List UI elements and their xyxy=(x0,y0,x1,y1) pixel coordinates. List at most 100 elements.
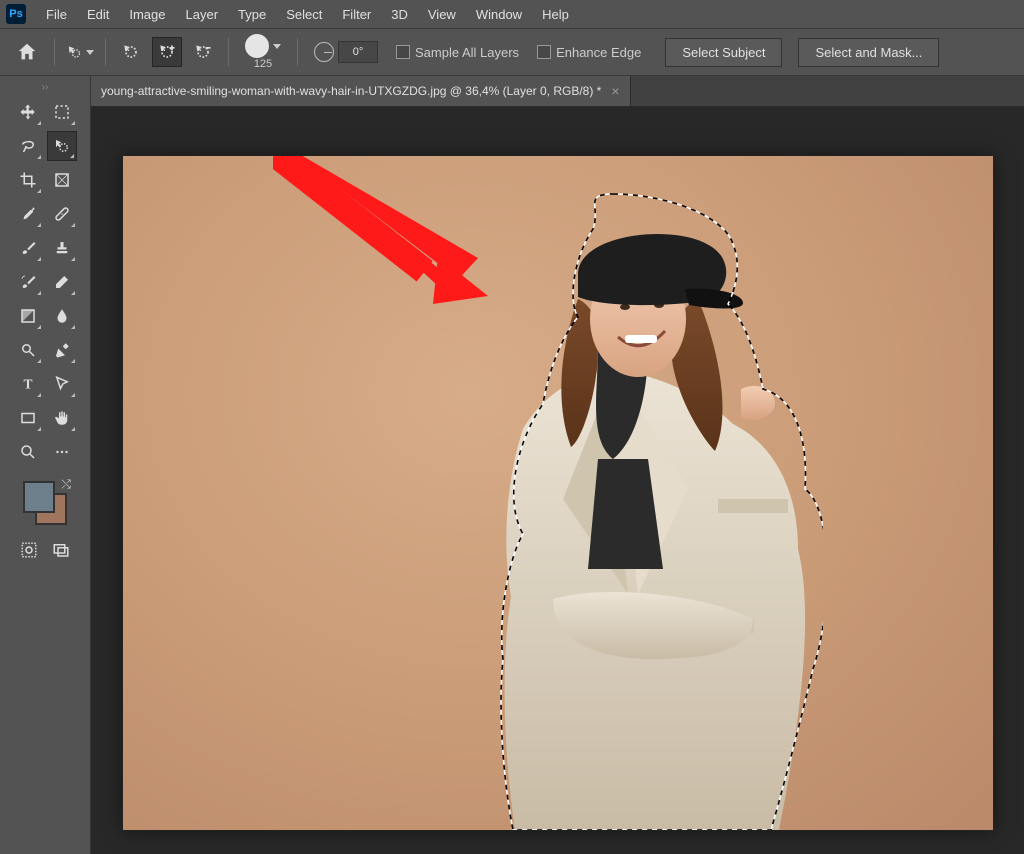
hand-tool[interactable] xyxy=(47,403,77,433)
move-tool[interactable] xyxy=(13,97,43,127)
brush-preset-picker[interactable]: 125 xyxy=(245,34,281,70)
quick-mask-icon xyxy=(20,541,38,559)
gradient-tool[interactable] xyxy=(13,301,43,331)
foreground-color-swatch[interactable] xyxy=(23,481,55,513)
angle-dial-icon xyxy=(314,42,334,62)
tools-panel: ›› T ⤭ xyxy=(0,76,91,854)
menu-file[interactable]: File xyxy=(36,3,77,26)
color-swatches[interactable]: ⤭ xyxy=(23,481,67,525)
brush-angle-control[interactable] xyxy=(314,41,378,63)
crop-icon xyxy=(19,171,37,189)
blur-tool[interactable] xyxy=(47,301,77,331)
new-selection-icon xyxy=(121,42,141,62)
add-to-selection-button[interactable] xyxy=(152,37,182,67)
brush-icon xyxy=(19,239,37,257)
brush-tool[interactable] xyxy=(13,233,43,263)
marquee-icon xyxy=(53,103,71,121)
menu-help[interactable]: Help xyxy=(532,3,579,26)
divider xyxy=(54,38,55,66)
angle-input[interactable] xyxy=(338,41,378,63)
history-brush-icon xyxy=(19,273,37,291)
menu-edit[interactable]: Edit xyxy=(77,3,119,26)
divider xyxy=(105,38,106,66)
enhance-edge-checkbox[interactable]: Enhance Edge xyxy=(537,45,641,60)
dodge-tool[interactable] xyxy=(13,335,43,365)
healing-brush-tool[interactable] xyxy=(47,199,77,229)
annotation-arrow xyxy=(273,156,493,306)
eyedropper-icon xyxy=(19,205,37,223)
edit-toolbar-button[interactable] xyxy=(47,437,77,467)
canvas[interactable] xyxy=(123,156,993,830)
menu-view[interactable]: View xyxy=(418,3,466,26)
quick-selection-tool[interactable] xyxy=(47,131,77,161)
stamp-icon xyxy=(53,239,71,257)
menu-window[interactable]: Window xyxy=(466,3,532,26)
subtract-from-selection-button[interactable] xyxy=(188,37,218,67)
pen-icon xyxy=(53,341,71,359)
swap-colors-icon[interactable]: ⤭ xyxy=(61,477,71,492)
type-icon: T xyxy=(19,375,37,393)
hand-icon xyxy=(53,409,71,427)
tools-collapse-handle[interactable]: ›› xyxy=(42,82,49,93)
document-tab-title: young-attractive-smiling-woman-with-wavy… xyxy=(101,84,601,98)
gradient-icon xyxy=(19,307,37,325)
sample-all-layers-checkbox[interactable]: Sample All Layers xyxy=(396,45,519,60)
pen-tool[interactable] xyxy=(47,335,77,365)
eyedropper-tool[interactable] xyxy=(13,199,43,229)
menu-image[interactable]: Image xyxy=(119,3,175,26)
document-tab-bar: young-attractive-smiling-woman-with-wavy… xyxy=(91,76,1024,107)
document-area: young-attractive-smiling-woman-with-wavy… xyxy=(91,76,1024,854)
sample-all-layers-label: Sample All Layers xyxy=(415,45,519,60)
select-subject-button[interactable]: Select Subject xyxy=(665,38,782,67)
options-bar: 125 Sample All Layers Enhance Edge Selec… xyxy=(0,28,1024,76)
screen-mode-button[interactable] xyxy=(50,539,72,561)
quick-select-icon xyxy=(66,42,83,62)
menu-select[interactable]: Select xyxy=(276,3,332,26)
close-tab-button[interactable]: × xyxy=(611,83,619,99)
workspace: ›› T ⤭ xyxy=(0,76,1024,854)
menu-layer[interactable]: Layer xyxy=(176,3,229,26)
move-icon xyxy=(19,103,37,121)
divider xyxy=(228,38,229,66)
menu-filter[interactable]: Filter xyxy=(332,3,381,26)
zoom-icon xyxy=(19,443,37,461)
type-tool[interactable]: T xyxy=(13,369,43,399)
screen-mode-icon xyxy=(52,541,70,559)
add-selection-icon xyxy=(157,42,177,62)
quick-mask-mode-button[interactable] xyxy=(18,539,40,561)
zoom-tool[interactable] xyxy=(13,437,43,467)
frame-icon xyxy=(53,171,71,189)
home-button[interactable] xyxy=(10,35,44,69)
drop-icon xyxy=(53,307,71,325)
lasso-icon xyxy=(19,137,37,155)
select-and-mask-button[interactable]: Select and Mask... xyxy=(798,38,939,67)
clone-stamp-tool[interactable] xyxy=(47,233,77,263)
dodge-icon xyxy=(19,341,37,359)
history-brush-tool[interactable] xyxy=(13,267,43,297)
arrow-cursor-icon xyxy=(53,375,71,393)
menu-bar: Ps File Edit Image Layer Type Select Fil… xyxy=(0,0,1024,28)
lasso-tool[interactable] xyxy=(13,131,43,161)
frame-tool[interactable] xyxy=(47,165,77,195)
enhance-edge-label: Enhance Edge xyxy=(556,45,641,60)
checkbox-icon xyxy=(396,45,410,59)
menu-3d[interactable]: 3D xyxy=(381,3,418,26)
menu-type[interactable]: Type xyxy=(228,3,276,26)
bandage-icon xyxy=(53,205,71,223)
eraser-tool[interactable] xyxy=(47,267,77,297)
crop-tool[interactable] xyxy=(13,165,43,195)
canvas-viewport[interactable] xyxy=(91,107,1024,854)
home-icon xyxy=(16,41,38,63)
tool-preset-picker[interactable] xyxy=(65,37,95,67)
path-selection-tool[interactable] xyxy=(47,369,77,399)
ellipsis-icon xyxy=(53,443,71,461)
brush-size-label: 125 xyxy=(254,58,272,70)
rectangle-icon xyxy=(19,409,37,427)
quick-select-icon xyxy=(53,137,71,155)
new-selection-button[interactable] xyxy=(116,37,146,67)
rectangle-tool[interactable] xyxy=(13,403,43,433)
marquee-tool[interactable] xyxy=(47,97,77,127)
document-tab[interactable]: young-attractive-smiling-woman-with-wavy… xyxy=(91,76,631,106)
logo-text: Ps xyxy=(9,8,22,20)
app-logo: Ps xyxy=(6,4,26,24)
